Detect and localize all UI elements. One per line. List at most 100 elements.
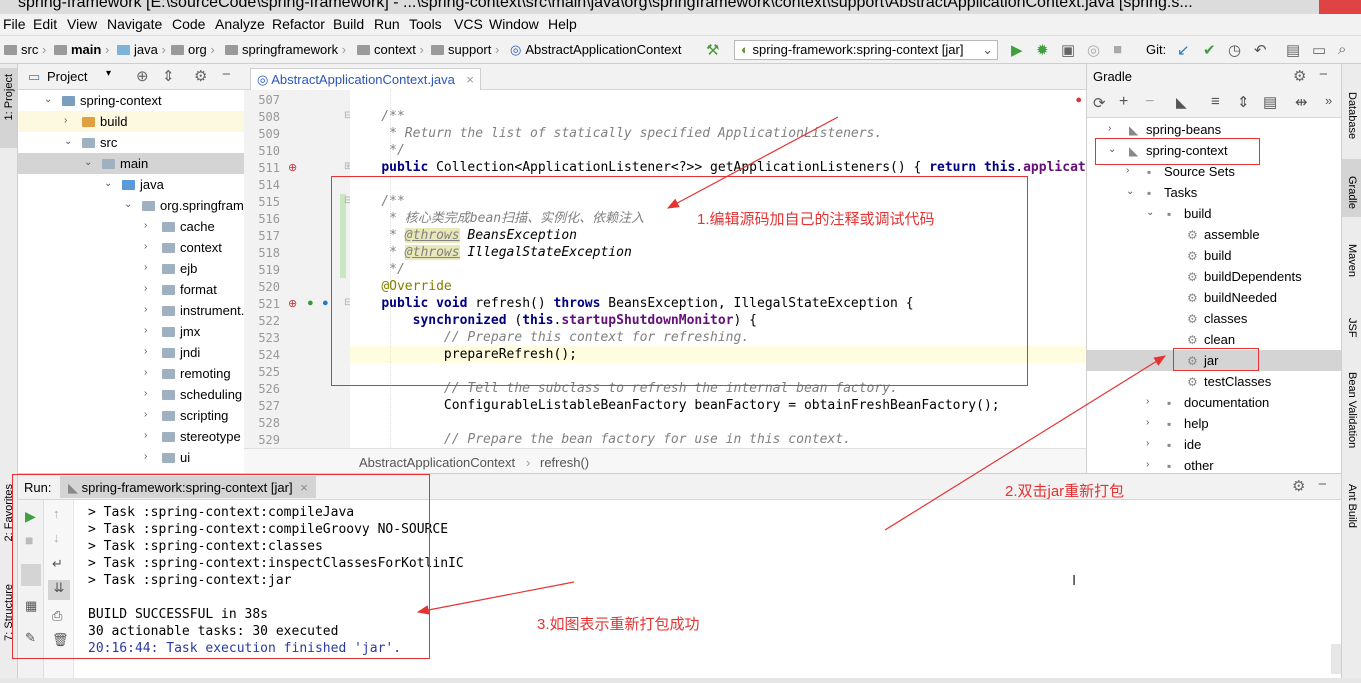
minimize-icon[interactable]: − <box>1318 476 1327 493</box>
ant-build-tool-label[interactable]: Ant Build <box>1346 484 1358 528</box>
project-tree-item[interactable]: › jmx <box>18 321 244 342</box>
chevron-right-icon[interactable]: › <box>1108 123 1111 134</box>
chevron-right-icon[interactable]: › <box>144 346 147 357</box>
gradle-tree-item[interactable]: ⌄ ▪ Tasks <box>1087 182 1342 203</box>
chevron-right-icon[interactable]: › <box>144 430 147 441</box>
bean-validation-tool-label[interactable]: Bean Validation <box>1346 372 1358 448</box>
menu-navigate[interactable]: Navigate <box>107 16 162 32</box>
error-indicator-icon[interactable]: ● <box>1075 94 1082 106</box>
terminal-icon[interactable]: ▭ <box>1312 41 1326 59</box>
toggle-offline-icon[interactable]: ⇹ <box>1295 93 1308 111</box>
chevron-down-icon[interactable]: ⌄ <box>1146 207 1154 218</box>
menu-tools[interactable]: Tools <box>409 16 442 32</box>
gradle-tree-item[interactable]: › ▪ ide <box>1087 434 1342 455</box>
project-tree-item[interactable]: › jndi <box>18 342 244 363</box>
gradle-tree-item[interactable]: ⚙ build <box>1087 245 1342 266</box>
more-icon[interactable]: » <box>1325 93 1332 108</box>
menu-code[interactable]: Code <box>172 16 205 32</box>
jsf-tool-label[interactable]: JSF <box>1346 318 1358 338</box>
collapse-all-icon[interactable]: ⇕ <box>1237 93 1250 111</box>
gradle-tree-item[interactable]: ⚙ clean <box>1087 329 1342 350</box>
project-tree-item[interactable]: › ejb <box>18 258 244 279</box>
project-tree-item[interactable]: ⌄ spring-context <box>18 90 244 111</box>
project-tree-item[interactable]: › ui <box>18 447 244 468</box>
gradle-tree-item[interactable]: › ▪ help <box>1087 413 1342 434</box>
chevron-down-icon[interactable]: ▾ <box>106 68 111 79</box>
remove-icon[interactable]: − <box>1145 93 1154 111</box>
gradle-tree-item[interactable]: › ▪ documentation <box>1087 392 1342 413</box>
chevron-right-icon[interactable]: › <box>144 409 147 420</box>
locate-icon[interactable]: ⊕ <box>136 67 149 85</box>
chevron-down-icon[interactable]: ⌄ <box>44 94 52 105</box>
refresh-icon[interactable]: ⟳ <box>1093 94 1106 112</box>
group-modules-icon[interactable]: ▤ <box>1263 93 1277 111</box>
gradle-tree-item[interactable]: ⚙ classes <box>1087 308 1342 329</box>
project-tree-item[interactable]: › context <box>18 237 244 258</box>
gradle-tree-item[interactable]: ⚙ testClasses <box>1087 371 1342 392</box>
debug-icon[interactable]: ✹ <box>1036 41 1049 59</box>
gradle-tree-item[interactable]: ⚙ assemble <box>1087 224 1342 245</box>
run-icon[interactable]: ▶ <box>1011 41 1023 59</box>
project-tree-item[interactable]: › remoting <box>18 363 244 384</box>
menu-view[interactable]: View <box>67 16 97 32</box>
editor-breadcrumb-method[interactable]: refresh() <box>540 455 589 470</box>
menu-build[interactable]: Build <box>333 16 364 32</box>
gear-icon[interactable]: ⚙ <box>194 67 207 85</box>
revert-icon[interactable]: ↶ <box>1254 41 1267 59</box>
collapse-icon[interactable]: ⇕ <box>162 67 175 85</box>
project-tree-item[interactable]: ⌄ org.springframework <box>18 195 244 216</box>
gradle-tree-item[interactable]: ⚙ buildDependents <box>1087 266 1342 287</box>
breadcrumb-org[interactable]: org › <box>171 42 215 57</box>
chevron-right-icon[interactable]: › <box>144 304 147 315</box>
gradle-tree-item[interactable]: ⌄ ▪ build <box>1087 203 1342 224</box>
project-tree-item[interactable]: › scheduling <box>18 384 244 405</box>
menu-refactor[interactable]: Refactor <box>272 16 325 32</box>
hammer-icon[interactable]: ⚒ <box>706 41 719 59</box>
stop-icon[interactable]: ■ <box>1113 41 1122 58</box>
breakpoint-hint-icon[interactable]: ● <box>322 297 329 309</box>
gear-icon[interactable]: ⚙ <box>1293 67 1306 85</box>
chevron-right-icon[interactable]: › <box>1146 438 1149 449</box>
gradle-tree-item[interactable]: › ◣ spring-beans <box>1087 119 1342 140</box>
close-window-button[interactable] <box>1319 0 1361 14</box>
chevron-right-icon[interactable]: › <box>144 283 147 294</box>
minimize-icon[interactable]: − <box>1319 66 1328 83</box>
project-tree-item[interactable]: › format <box>18 279 244 300</box>
override-marker-icon[interactable]: ⊕ <box>288 297 297 310</box>
menu-edit[interactable]: Edit <box>33 16 57 32</box>
project-tree-item[interactable]: ⌄ main <box>18 153 244 174</box>
expand-all-icon[interactable]: ≡ <box>1211 93 1220 110</box>
chevron-down-icon[interactable]: ⌄ <box>124 199 132 210</box>
project-tree-item[interactable]: › instrument. <box>18 300 244 321</box>
breadcrumb-src[interactable]: src › <box>4 42 46 57</box>
breadcrumb-class[interactable]: ◎ AbstractApplicationContext <box>510 42 681 58</box>
override-marker-icon[interactable]: ⊕ <box>288 161 297 174</box>
menu-window[interactable]: Window <box>489 16 539 32</box>
chevron-right-icon[interactable]: › <box>144 367 147 378</box>
editor-breadcrumb-class[interactable]: AbstractApplicationContext <box>359 455 515 470</box>
menu-vcs[interactable]: VCS <box>454 16 483 32</box>
chevron-right-icon[interactable]: › <box>1126 165 1129 176</box>
minimize-icon[interactable]: − <box>222 66 231 83</box>
breadcrumb-context[interactable]: context › <box>357 42 424 57</box>
chevron-right-icon[interactable]: › <box>1146 396 1149 407</box>
chevron-down-icon[interactable]: ⌄ <box>1126 186 1134 197</box>
breadcrumb-springframework[interactable]: springframework › <box>225 42 346 57</box>
chevron-right-icon[interactable]: › <box>144 451 147 462</box>
profile-icon[interactable]: ◎ <box>1087 41 1100 59</box>
project-tree-item[interactable]: › stereotype <box>18 426 244 447</box>
maven-tool-label[interactable]: Maven <box>1346 244 1358 277</box>
breadcrumb-main[interactable]: main › <box>54 42 109 57</box>
breadcrumb-support[interactable]: support › <box>431 42 499 57</box>
menu-analyze[interactable]: Analyze <box>215 16 265 32</box>
menu-file[interactable]: File <box>3 16 26 32</box>
chevron-right-icon[interactable]: › <box>144 220 147 231</box>
editor-tab-abstract-application-context[interactable]: ◎ AbstractApplicationContext.java × <box>250 68 482 90</box>
project-tree-item[interactable]: ⌄ java <box>18 174 244 195</box>
run-configuration-select[interactable]: ◐ spring-framework:spring-context [jar] … <box>734 40 998 60</box>
chevron-down-icon[interactable]: ⌄ <box>64 136 72 147</box>
chevron-down-icon[interactable]: ⌄ <box>84 157 92 168</box>
chevron-right-icon[interactable]: › <box>144 325 147 336</box>
project-tree-item[interactable]: › build <box>18 111 244 132</box>
scrollbar[interactable] <box>1331 644 1341 674</box>
